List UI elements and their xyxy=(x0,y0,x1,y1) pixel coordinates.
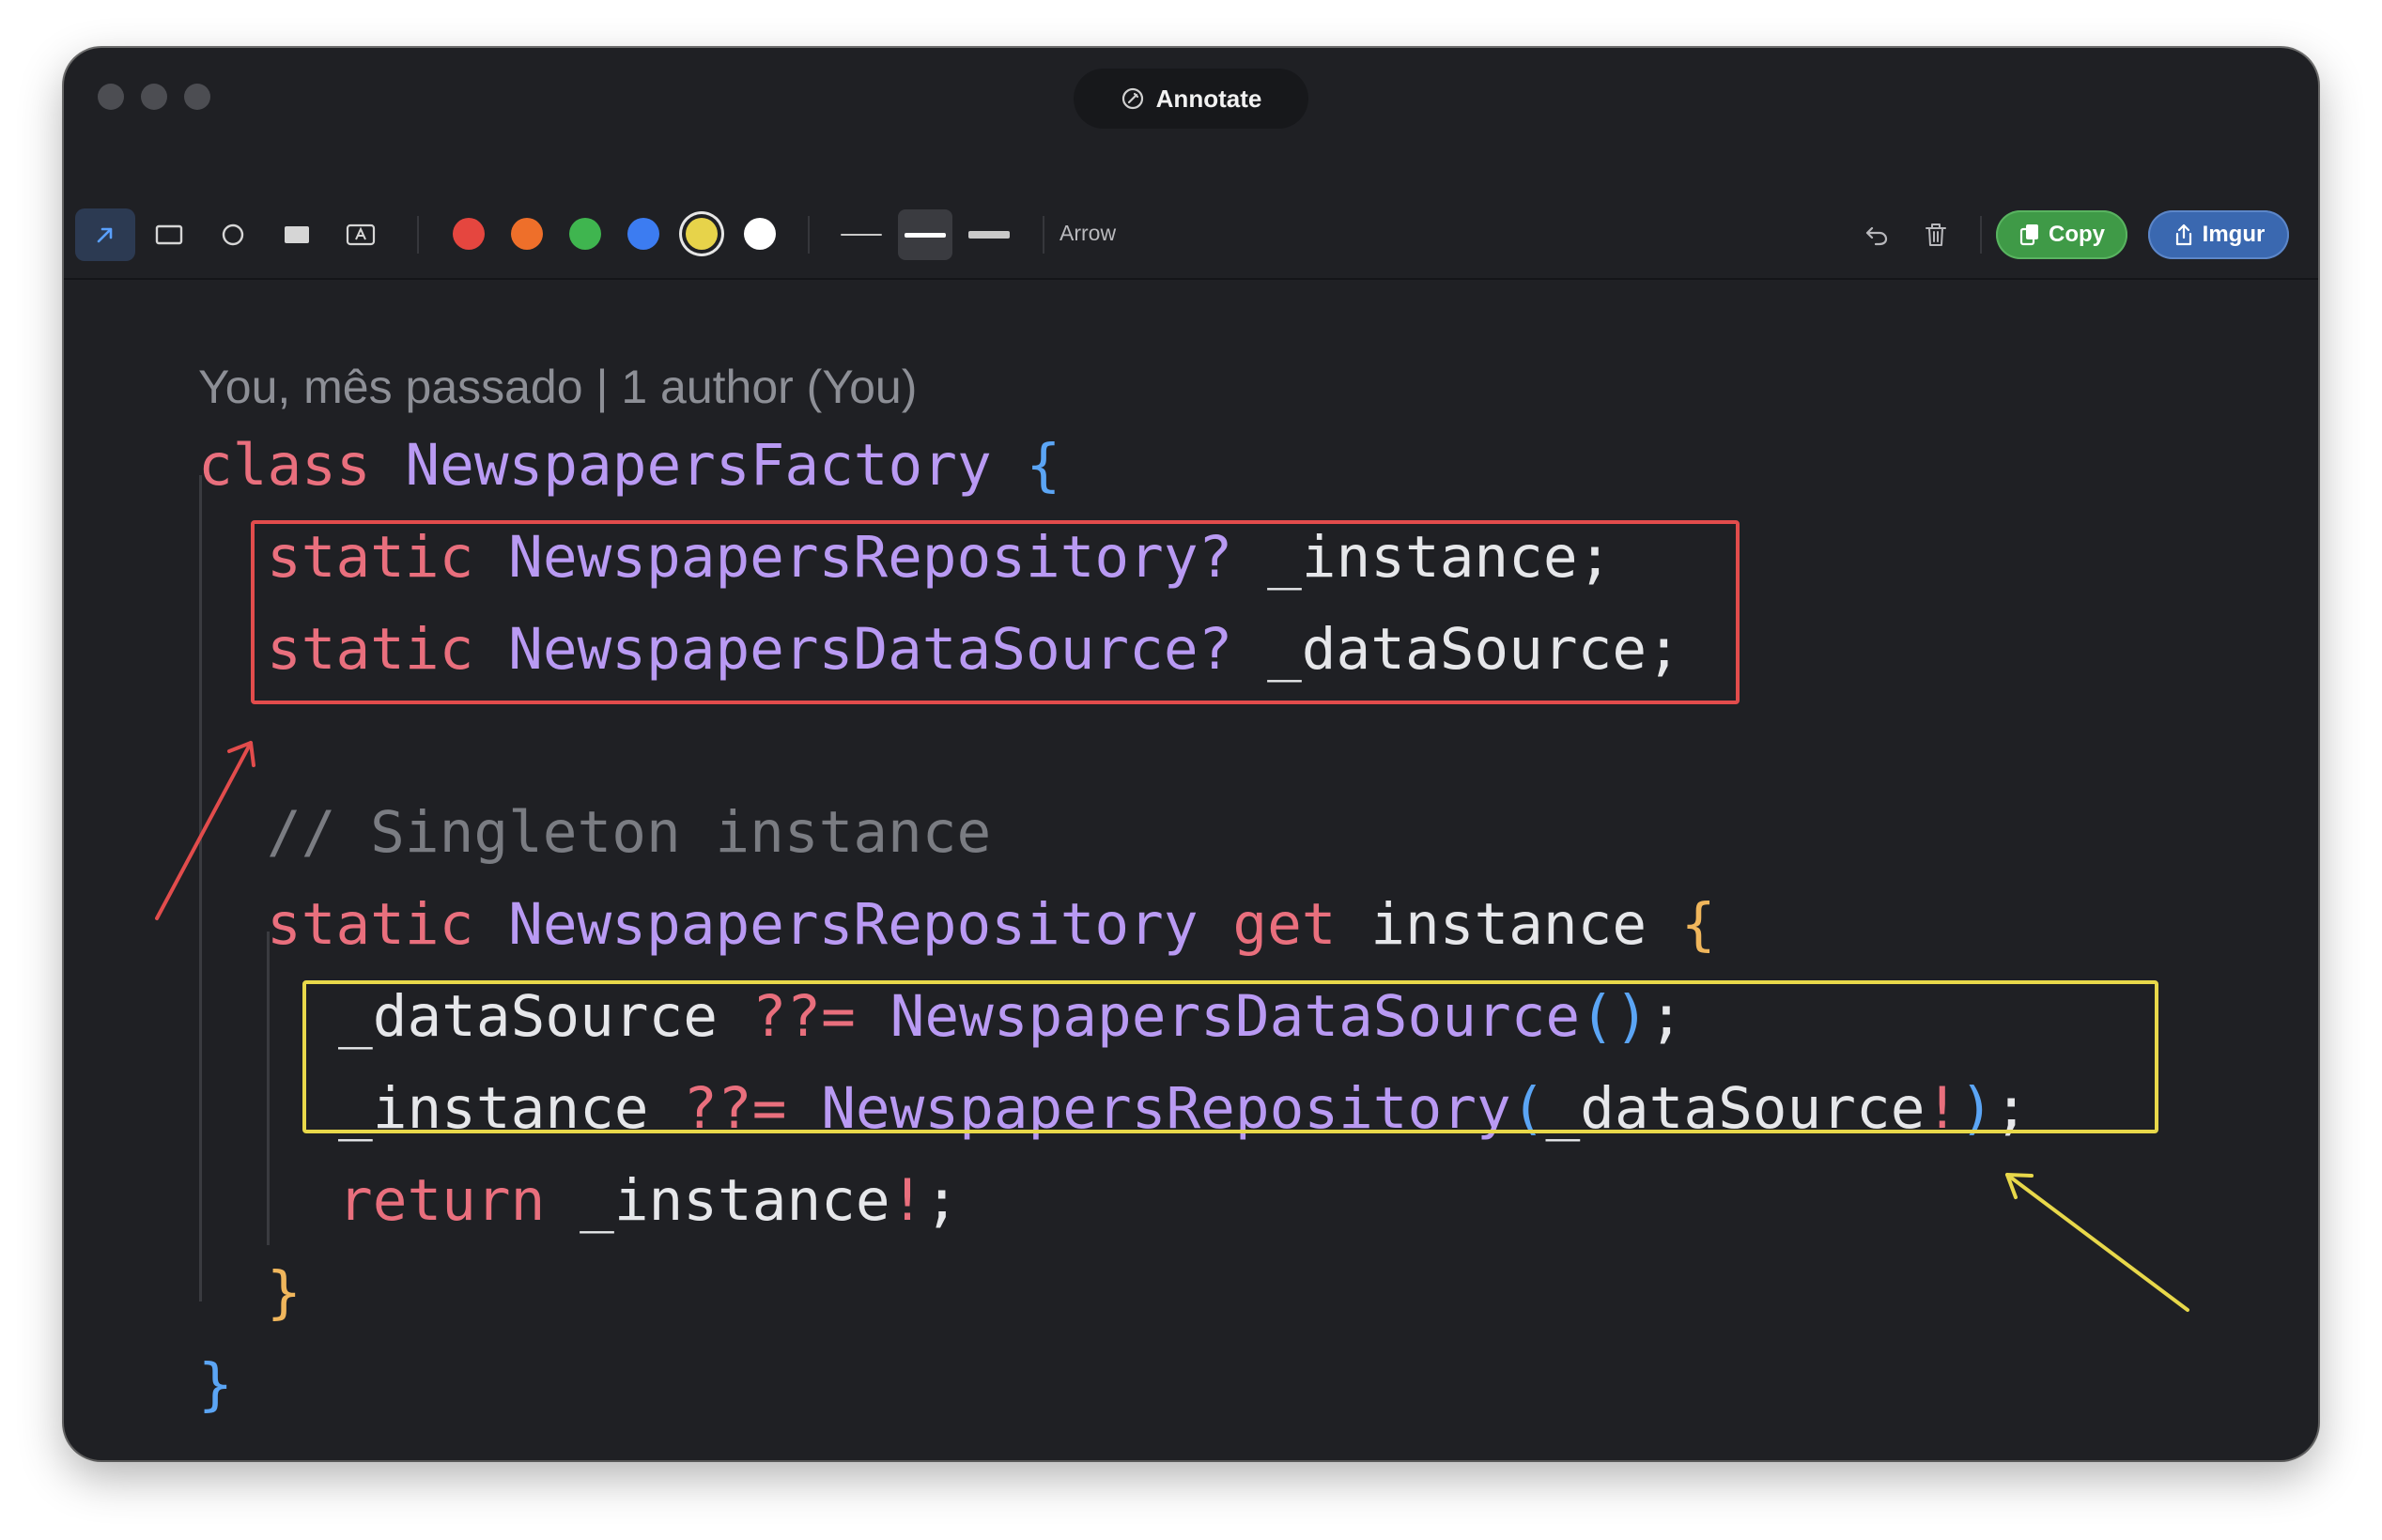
imgur-upload-button[interactable]: Imgur xyxy=(2148,210,2289,259)
annotation-toolbar: Arrow Copy Imgur xyxy=(64,142,2318,280)
stroke-medium-icon xyxy=(905,232,946,238)
ellipse-tool[interactable] xyxy=(203,208,263,261)
toolbar-divider xyxy=(808,216,810,254)
color-swatch-green[interactable] xyxy=(569,218,601,250)
stroke-thick-button[interactable] xyxy=(962,209,1016,260)
color-swatch-orange[interactable] xyxy=(511,218,543,250)
copy-button-label: Copy xyxy=(2049,222,2105,247)
text-tool[interactable] xyxy=(331,208,391,261)
imgur-button-label: Imgur xyxy=(2202,222,2266,247)
arrow-tool[interactable] xyxy=(75,208,135,261)
delete-button[interactable] xyxy=(1912,211,1959,258)
window-title-pill: Annotate xyxy=(1074,69,1308,129)
color-swatch-blue[interactable] xyxy=(627,218,659,250)
window-title: Annotate xyxy=(1155,84,1262,113)
annotated-code-screenshot: You, mês passado | 1 author (You) class … xyxy=(64,280,2318,1460)
yellow-arrow-annotation[interactable] xyxy=(2005,1173,2189,1312)
toolbar-divider xyxy=(1980,216,1982,254)
color-swatch-red[interactable] xyxy=(453,218,485,250)
share-upload-icon xyxy=(2175,223,2191,246)
circle-icon xyxy=(222,223,244,246)
rectangle-tool[interactable] xyxy=(139,208,199,261)
zoom-window-button[interactable] xyxy=(184,84,210,110)
red-arrow-annotation[interactable] xyxy=(155,741,255,920)
undo-button[interactable] xyxy=(1853,211,1900,258)
stroke-thin-icon xyxy=(841,234,882,236)
color-swatch-white[interactable] xyxy=(744,218,776,250)
rectangle-icon xyxy=(155,224,183,245)
current-tool-label: Arrow xyxy=(1060,221,1117,245)
filled-rectangle-icon xyxy=(285,226,309,243)
trash-icon xyxy=(1926,223,1946,246)
title-bar: Annotate xyxy=(64,48,2318,142)
annotation-arrows xyxy=(155,741,2189,1312)
arrow-icon xyxy=(97,227,113,243)
filled-rectangle-tool[interactable] xyxy=(267,208,327,261)
close-window-button[interactable] xyxy=(98,84,124,110)
copy-button[interactable]: Copy xyxy=(1996,210,2127,259)
text-icon xyxy=(346,223,376,246)
minimize-window-button[interactable] xyxy=(141,84,167,110)
stroke-thick-icon xyxy=(968,231,1010,239)
toolbar-divider xyxy=(1043,216,1044,254)
toolbar-divider xyxy=(417,216,419,254)
annotate-window: Annotate Arrow Copy Imgur You, mês passa… xyxy=(64,48,2318,1460)
undo-icon xyxy=(1865,226,1888,246)
stroke-medium-button[interactable] xyxy=(898,209,952,260)
stroke-thin-button[interactable] xyxy=(834,209,889,260)
copy-icon xyxy=(2019,224,2038,246)
annotate-icon xyxy=(1121,87,1143,110)
color-swatch-yellow[interactable] xyxy=(686,218,718,250)
